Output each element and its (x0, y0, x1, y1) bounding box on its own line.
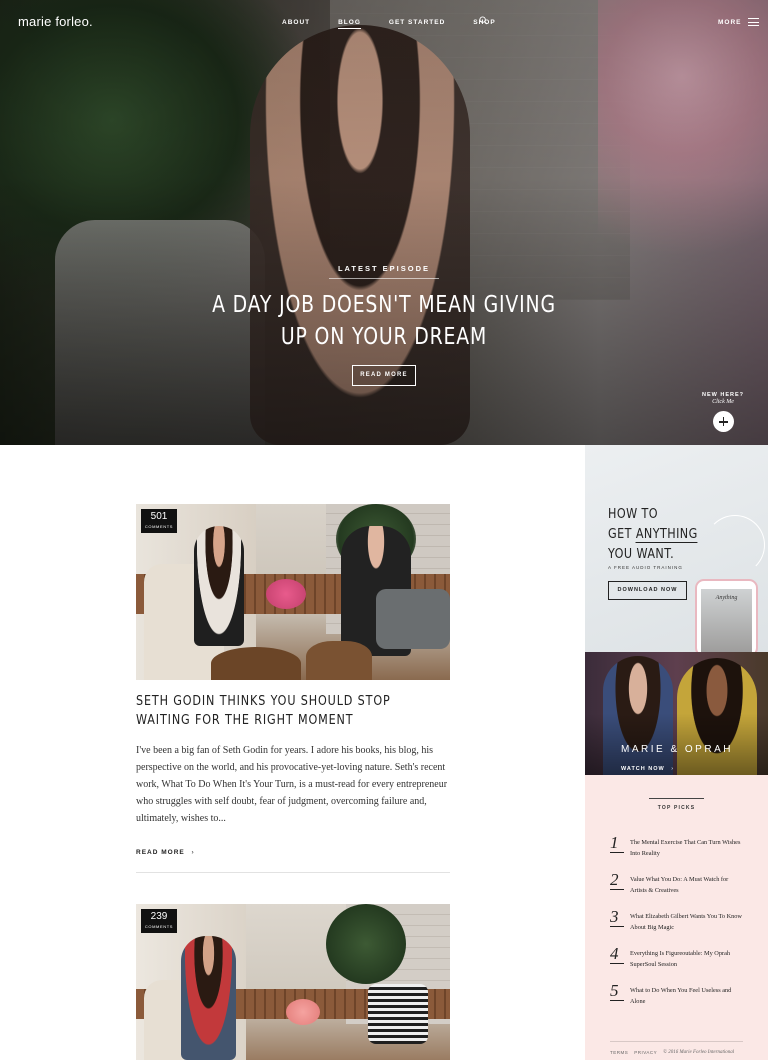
promo-heading-line3: YOU WANT. (608, 547, 675, 562)
hero-title-text: A DAY JOB DOESN'T MEAN GIVING UP ON YOUR… (212, 292, 556, 350)
post-divider (136, 872, 450, 873)
privacy-link[interactable]: PRIVACY (634, 1050, 657, 1055)
watch-now-link[interactable]: WATCH NOW › (621, 766, 674, 772)
new-here-widget[interactable]: NEW HERE? Click Me (698, 392, 748, 432)
top-navigation: marie forleo. ABOUT BLOG GET STARTED SHO… (0, 0, 768, 44)
nav-link-about[interactable]: ABOUT (282, 19, 310, 29)
nav-link-get-started[interactable]: GET STARTED (389, 19, 445, 29)
click-me-label: Click Me (712, 399, 734, 405)
post-excerpt: I've been a big fan of Seth Godin for ye… (136, 745, 448, 824)
more-menu-button[interactable]: MORE (718, 18, 759, 26)
pick-number: 3 (610, 908, 624, 927)
sidebar: HOW TO GET ANYTHING YOU WANT. A FREE AUD… (585, 445, 768, 1060)
oprah-promo-title: MARIE & OPRAH (621, 744, 733, 755)
promo-heading-line1: HOW TO (608, 507, 659, 522)
more-label: MORE (718, 18, 742, 26)
marie-oprah-video-promo[interactable]: MARIE & OPRAH WATCH NOW › (585, 652, 768, 775)
post-title[interactable]: SETH GODIN THINKS YOU SHOULD STOP WAITIN… (136, 692, 449, 730)
comment-count-badge[interactable]: 501 COMMENTS (141, 509, 177, 533)
pick-title: Value What You Do: A Must Watch for Arti… (630, 876, 729, 894)
search-icon[interactable] (479, 16, 488, 25)
phone-screen-text: Anything (715, 595, 738, 601)
comment-count: 239 (150, 911, 168, 922)
terms-link[interactable]: TERMS (610, 1050, 628, 1055)
post-thumbnail[interactable]: 501 COMMENTS (136, 504, 450, 680)
promo-heading-line2: GET ANYTHING (608, 527, 698, 543)
watch-now-label: WATCH NOW (621, 766, 665, 772)
comment-count-badge[interactable]: 239 COMMENTS (141, 909, 177, 933)
read-more-label: READ MORE (136, 849, 185, 856)
comment-count: 501 (150, 511, 168, 522)
pick-number: 2 (610, 871, 624, 890)
hero-banner[interactable]: marie forleo. ABOUT BLOG GET STARTED SHO… (0, 0, 768, 445)
pick-number: 1 (610, 834, 624, 853)
hero-content: LATEST EPISODE A DAY JOB DOESN'T MEAN GI… (0, 258, 768, 386)
earbuds-image (705, 515, 765, 575)
top-picks-heading: TOP PICKS (649, 798, 704, 811)
pick-title: The Mental Exercise That Can Turn Wishes… (630, 839, 741, 857)
phone-image: Anything (695, 579, 758, 652)
pick-title: Everything Is Figureoutable: My Oprah Su… (630, 950, 731, 968)
pick-number: 5 (610, 982, 624, 1001)
comment-count-label: COMMENTS (144, 924, 174, 929)
read-more-link[interactable]: READ MORE › (136, 849, 450, 856)
audio-training-promo[interactable]: HOW TO GET ANYTHING YOU WANT. A FREE AUD… (585, 445, 768, 652)
promo-heading: HOW TO GET ANYTHING YOU WANT. (608, 505, 698, 565)
comment-count-label: COMMENTS (144, 524, 174, 529)
top-picks-panel: TOP PICKS 1 The Mental Exercise That Can… (585, 775, 768, 1060)
sidebar-footer: TERMS PRIVACY © 2016 Marie Forleo Intern… (610, 1041, 743, 1055)
pick-number: 4 (610, 945, 624, 964)
chevron-right-icon: › (191, 849, 195, 856)
site-logo[interactable]: marie forleo. (18, 14, 93, 29)
hero-title[interactable]: A DAY JOB DOESN'T MEAN GIVING UP ON YOUR… (69, 289, 699, 353)
promo-subtitle: A FREE AUDIO TRAINING (608, 565, 683, 570)
chevron-right-icon: › (671, 766, 675, 772)
nav-link-blog[interactable]: BLOG (338, 19, 361, 29)
post-thumbnail[interactable]: 239 COMMENTS (136, 904, 450, 1060)
hamburger-icon (747, 18, 759, 26)
new-here-label: NEW HERE? (702, 392, 744, 398)
blog-post: 239 COMMENTS (136, 904, 450, 1060)
blog-post: 501 COMMENTS SETH GODIN THINKS YOU SHOUL… (136, 504, 450, 873)
download-now-button[interactable]: DOWNLOAD NOW (608, 581, 687, 600)
hero-read-more-button[interactable]: READ MORE (352, 365, 416, 386)
copyright-text: © 2016 Marie Forleo International (663, 1050, 735, 1055)
pick-title: What Elizabeth Gilbert Wants You To Know… (630, 913, 742, 931)
hero-eyebrow: LATEST EPISODE (329, 264, 439, 279)
plus-icon[interactable] (712, 411, 734, 432)
pick-title: What to Do When You Feel Useless and Alo… (630, 987, 732, 1005)
